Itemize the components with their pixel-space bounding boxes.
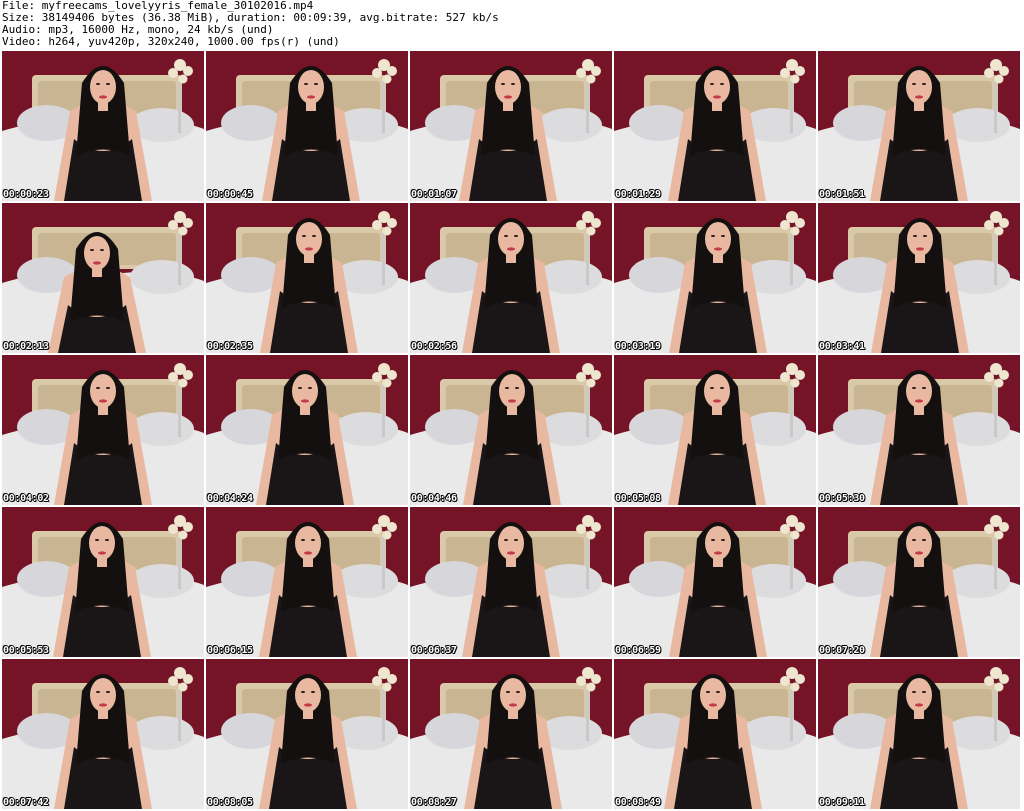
frame-scene (818, 659, 1020, 809)
frame-scene (2, 659, 204, 809)
info-header: File: myfreecams_lovelyyris_female_30102… (2, 0, 1022, 50)
thumbnail-grid: 00:00:23 00:00:45 00:01:07 00:01:29 00:0… (2, 51, 1024, 811)
video-frame-thumbnail[interactable]: 00:03:19 (614, 203, 816, 353)
video-frame-thumbnail[interactable]: 00:02:35 (206, 203, 408, 353)
video-frame-thumbnail[interactable]: 00:01:07 (410, 51, 612, 201)
frame-scene (410, 51, 612, 201)
frame-scene (410, 659, 612, 809)
frame-timestamp: 00:03:19 (615, 341, 661, 352)
video-frame-thumbnail[interactable]: 00:08:27 (410, 659, 612, 809)
frame-timestamp: 00:00:23 (3, 189, 49, 200)
frame-timestamp: 00:02:35 (207, 341, 253, 352)
frame-timestamp: 00:09:11 (819, 797, 865, 808)
video-frame-thumbnail[interactable]: 00:05:53 (2, 507, 204, 657)
frame-timestamp: 00:00:45 (207, 189, 253, 200)
frame-timestamp: 00:06:59 (615, 645, 661, 656)
video-frame-thumbnail[interactable]: 00:04:46 (410, 355, 612, 505)
frame-timestamp: 00:06:15 (207, 645, 253, 656)
video-frame-thumbnail[interactable]: 00:05:08 (614, 355, 816, 505)
frame-timestamp: 00:05:08 (615, 493, 661, 504)
frame-scene (206, 355, 408, 505)
frame-scene (206, 51, 408, 201)
frame-timestamp: 00:04:46 (411, 493, 457, 504)
frame-timestamp: 00:01:07 (411, 189, 457, 200)
frame-scene (614, 51, 816, 201)
video-frame-thumbnail[interactable]: 00:09:11 (818, 659, 1020, 809)
frame-scene (818, 203, 1020, 353)
frame-scene (410, 507, 612, 657)
frame-timestamp: 00:01:51 (819, 189, 865, 200)
frame-timestamp: 00:02:13 (3, 341, 49, 352)
video-frame-thumbnail[interactable]: 00:08:05 (206, 659, 408, 809)
frame-timestamp: 00:08:27 (411, 797, 457, 808)
frame-scene (2, 203, 204, 353)
frame-scene (206, 507, 408, 657)
frame-scene (818, 51, 1020, 201)
frame-scene (614, 659, 816, 809)
video-frame-thumbnail[interactable]: 00:02:13 (2, 203, 204, 353)
video-frame-thumbnail[interactable]: 00:01:51 (818, 51, 1020, 201)
video-frame-thumbnail[interactable]: 00:05:30 (818, 355, 1020, 505)
video-frame-thumbnail[interactable]: 00:00:45 (206, 51, 408, 201)
frame-timestamp: 00:07:42 (3, 797, 49, 808)
frame-timestamp: 00:08:49 (615, 797, 661, 808)
video-frame-thumbnail[interactable]: 00:03:41 (818, 203, 1020, 353)
video-info-line: Video: h264, yuv420p, 320x240, 1000.00 f… (2, 36, 340, 48)
frame-timestamp: 00:03:41 (819, 341, 865, 352)
video-frame-thumbnail[interactable]: 00:06:15 (206, 507, 408, 657)
frame-timestamp: 00:02:56 (411, 341, 457, 352)
file-name-line: File: myfreecams_lovelyyris_female_30102… (2, 0, 314, 12)
frame-timestamp: 00:01:29 (615, 189, 661, 200)
frame-timestamp: 00:05:30 (819, 493, 865, 504)
frame-scene (614, 507, 816, 657)
frame-scene (2, 507, 204, 657)
frame-scene (818, 355, 1020, 505)
video-frame-thumbnail[interactable]: 00:01:29 (614, 51, 816, 201)
frame-scene (614, 203, 816, 353)
frame-scene (614, 355, 816, 505)
video-frame-thumbnail[interactable]: 00:06:37 (410, 507, 612, 657)
frame-scene (206, 203, 408, 353)
frame-timestamp: 00:06:37 (411, 645, 457, 656)
audio-info-line: Audio: mp3, 16000 Hz, mono, 24 kb/s (und… (2, 24, 274, 36)
video-frame-thumbnail[interactable]: 00:08:49 (614, 659, 816, 809)
frame-scene (410, 203, 612, 353)
file-size-line: Size: 38149406 bytes (36.38 MiB), durati… (2, 12, 499, 24)
video-frame-thumbnail[interactable]: 00:07:42 (2, 659, 204, 809)
frame-scene (410, 355, 612, 505)
frame-timestamp: 00:05:53 (3, 645, 49, 656)
video-frame-thumbnail[interactable]: 00:02:56 (410, 203, 612, 353)
video-frame-thumbnail[interactable]: 00:06:59 (614, 507, 816, 657)
frame-scene (2, 355, 204, 505)
video-frame-thumbnail[interactable]: 00:04:24 (206, 355, 408, 505)
video-frame-thumbnail[interactable]: 00:00:23 (2, 51, 204, 201)
frame-timestamp: 00:08:05 (207, 797, 253, 808)
frame-timestamp: 00:04:02 (3, 493, 49, 504)
frame-scene (818, 507, 1020, 657)
frame-timestamp: 00:07:20 (819, 645, 865, 656)
video-frame-thumbnail[interactable]: 00:07:20 (818, 507, 1020, 657)
frame-timestamp: 00:04:24 (207, 493, 253, 504)
video-frame-thumbnail[interactable]: 00:04:02 (2, 355, 204, 505)
frame-scene (2, 51, 204, 201)
frame-scene (206, 659, 408, 809)
